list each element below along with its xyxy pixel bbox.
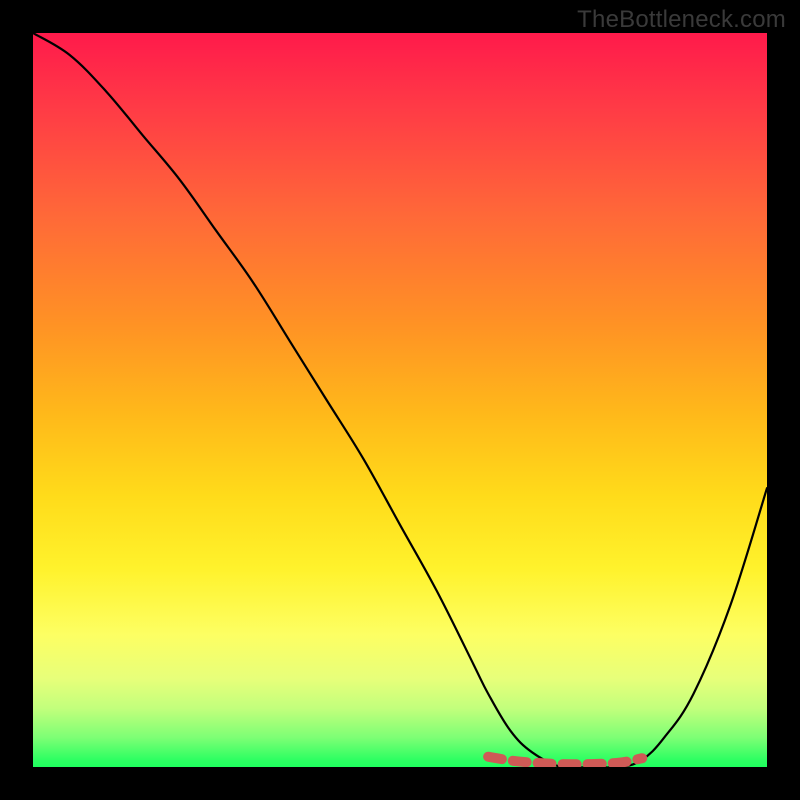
chart-frame: TheBottleneck.com [0, 0, 800, 800]
plot-area [33, 33, 767, 767]
bottleneck-curve [33, 33, 767, 767]
watermark-text: TheBottleneck.com [577, 6, 786, 34]
optimal-range-marker [488, 757, 642, 765]
curve-layer [33, 33, 767, 767]
